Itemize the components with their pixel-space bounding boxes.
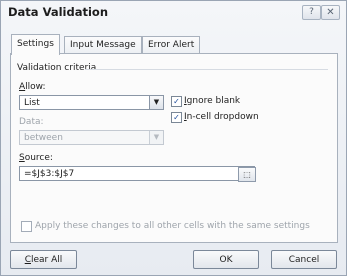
ignore-blank-label: Ignore blank — [184, 96, 241, 106]
ok-button[interactable]: OK — [193, 250, 259, 269]
data-value: between — [24, 133, 63, 143]
apply-all-label: Apply these changes to all other cells w… — [35, 221, 310, 231]
range-picker-button[interactable]: ⬚ — [238, 167, 256, 182]
settings-panel: Validation criteria Allow: List ▼ ✓ Igno… — [10, 53, 338, 243]
checkmark-icon: ✓ — [173, 113, 180, 122]
tab-error-alert[interactable]: Error Alert — [142, 36, 201, 54]
in-cell-dropdown-label: In-cell dropdown — [184, 112, 259, 122]
tab-label: Settings — [17, 39, 54, 49]
chevron-down-icon: ▼ — [149, 131, 163, 144]
chevron-down-icon[interactable]: ▼ — [149, 96, 163, 109]
help-button[interactable]: ? — [302, 5, 321, 20]
data-dropdown: between ▼ — [19, 130, 164, 145]
range-picker-icon: ⬚ — [243, 170, 251, 179]
tab-input-message[interactable]: Input Message — [64, 36, 142, 54]
help-icon: ? — [309, 7, 314, 17]
data-label: Data: — [19, 117, 44, 127]
dialog-title: Data Validation — [8, 5, 109, 19]
allow-label: Allow: — [19, 82, 46, 92]
group-divider — [85, 69, 328, 70]
tab-label: Error Alert — [148, 40, 195, 50]
allow-dropdown[interactable]: List ▼ — [19, 95, 164, 110]
in-cell-dropdown-checkbox[interactable]: ✓ — [171, 112, 182, 123]
tab-settings[interactable]: Settings — [11, 34, 60, 55]
validation-criteria-label: Validation criteria — [17, 63, 97, 73]
source-input[interactable]: =$J$3:$J$7 — [19, 166, 255, 181]
apply-all-checkbox[interactable] — [21, 221, 32, 232]
title-bar: Data Validation ? ✕ — [1, 1, 346, 23]
source-label: Source: — [19, 153, 53, 163]
ignore-blank-checkbox[interactable]: ✓ — [171, 96, 182, 107]
allow-value: List — [24, 98, 40, 108]
close-button[interactable]: ✕ — [321, 5, 340, 20]
source-value: =$J$3:$J$7 — [24, 169, 75, 179]
tab-label: Input Message — [70, 40, 136, 50]
data-validation-dialog: Data Validation ? ✕ Settings Input Messa… — [0, 0, 347, 276]
close-icon: ✕ — [326, 7, 335, 18]
checkmark-icon: ✓ — [173, 97, 180, 106]
clear-all-button[interactable]: Clear All — [10, 250, 77, 269]
cancel-button[interactable]: Cancel — [271, 250, 337, 269]
